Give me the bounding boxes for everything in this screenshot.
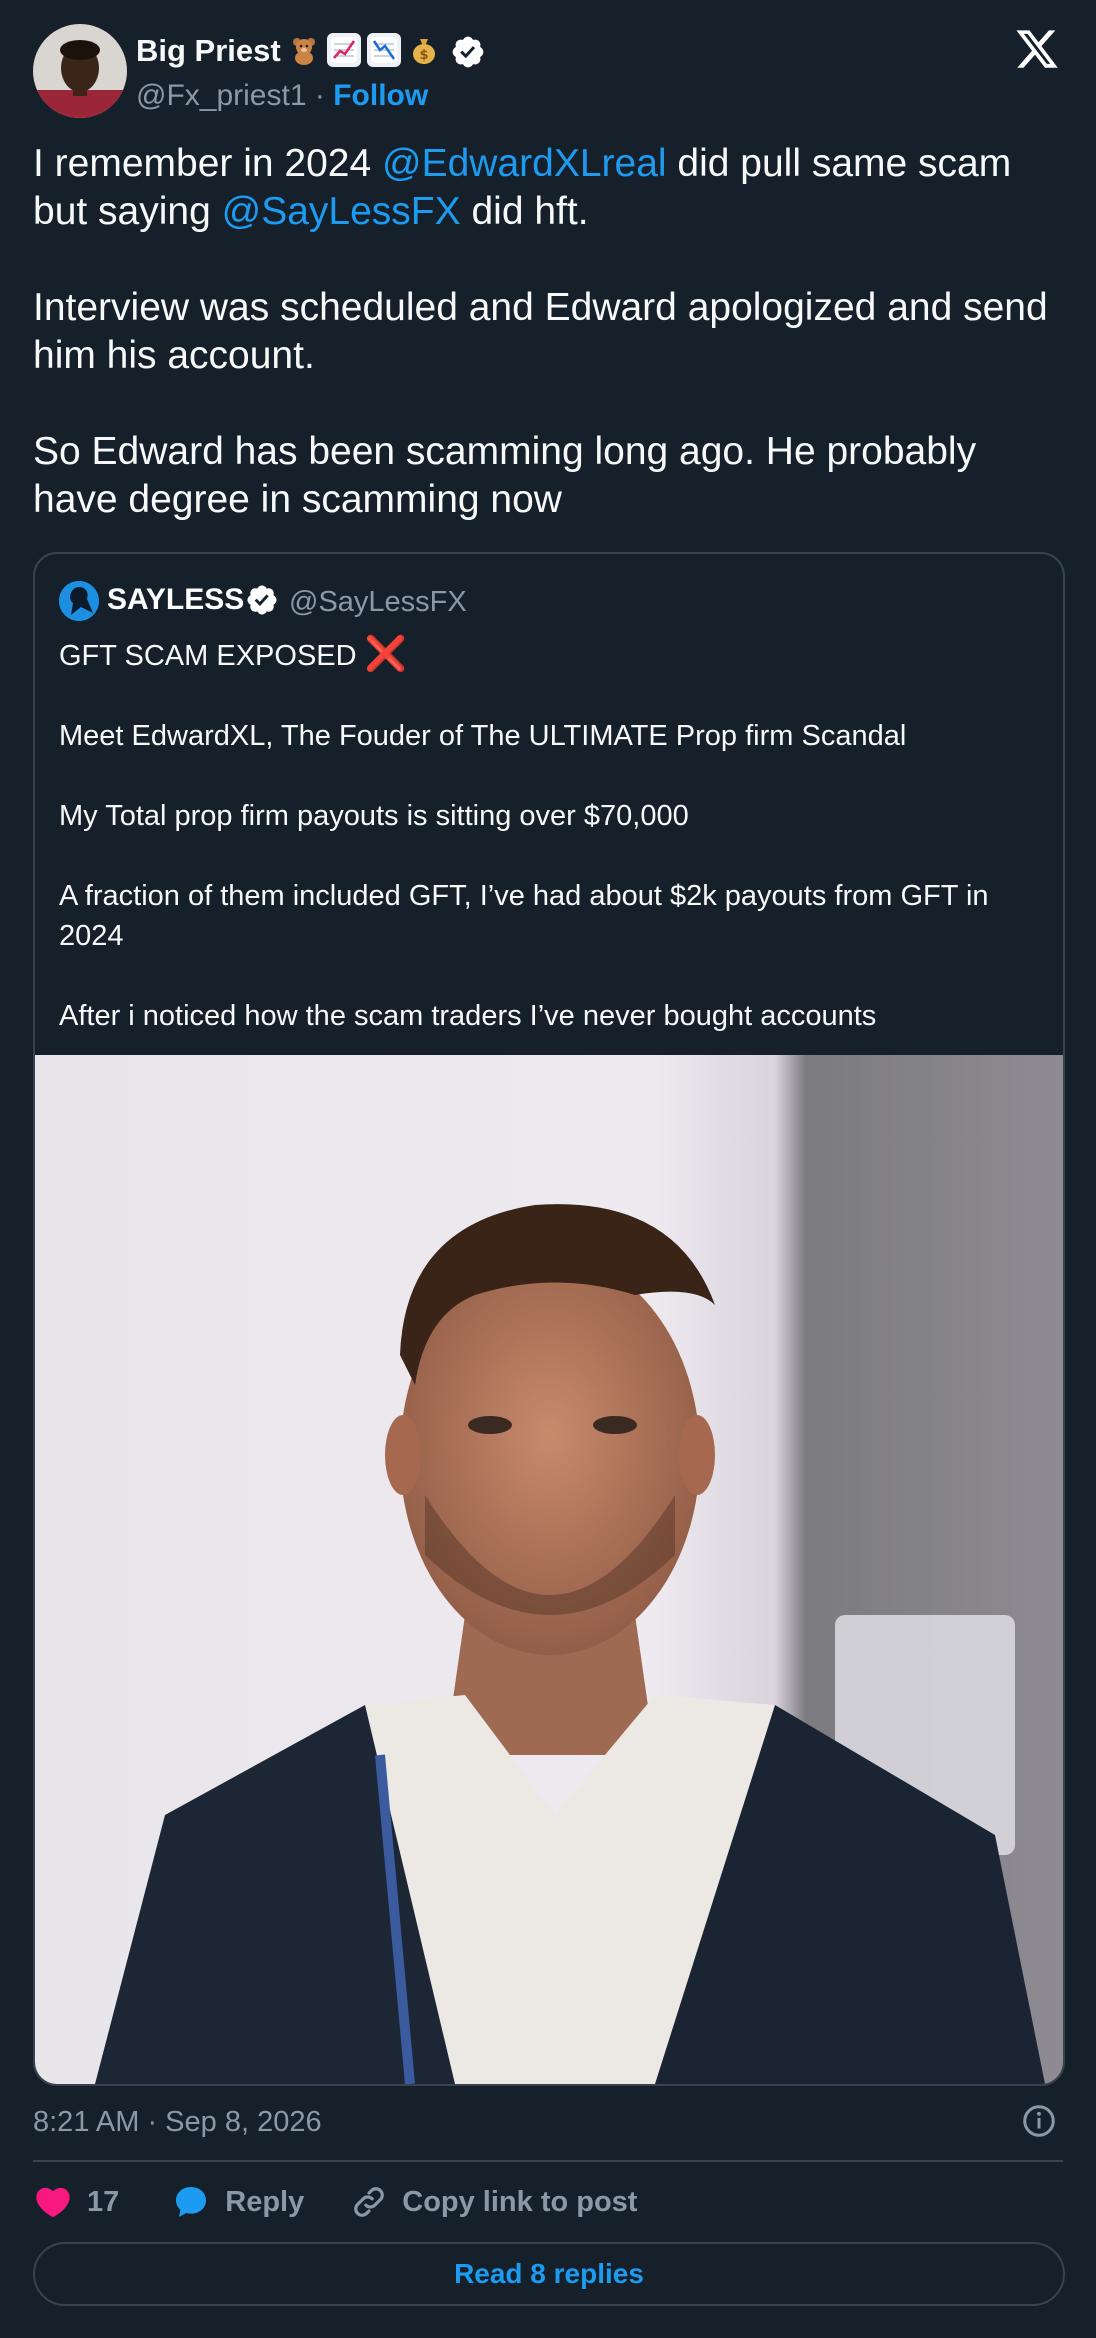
cross-mark-icon: ❌ <box>364 635 407 673</box>
author-avatar[interactable] <box>33 24 127 118</box>
tweet-actions: 17 Reply Copy link to post <box>33 2182 637 2222</box>
tweet-paragraph-2: Interview was scheduled and Edward apolo… <box>33 286 1048 377</box>
tweet-paragraph-1: I remember in 2024 @EdwardXLreal did pul… <box>33 140 1063 236</box>
divider <box>33 2160 1063 2162</box>
handle-separator: · <box>314 79 325 112</box>
heart-icon <box>36 2187 70 2218</box>
mention-link-edwardxlreal[interactable]: @EdwardXLreal <box>382 142 667 185</box>
author-handle-row: @Fx_priest1 · Follow <box>136 78 428 114</box>
info-icon[interactable] <box>1021 2103 1057 2139</box>
quoted-headline-text: GFT SCAM EXPOSED <box>59 640 357 672</box>
quoted-paragraph: Meet EdwardXL, The Fouder of The ULTIMAT… <box>59 720 907 752</box>
author-badges: $ <box>287 33 441 67</box>
tweet-text-segment: did hft. <box>460 190 589 233</box>
tweet-text: I remember in 2024 @EdwardXLreal did pul… <box>33 140 1063 524</box>
quoted-paragraph: After i noticed how the scam traders I’v… <box>59 1000 877 1032</box>
verified-badge-icon <box>452 36 484 68</box>
x-logo-icon[interactable] <box>1014 26 1060 72</box>
quoted-author-avatar <box>59 581 99 621</box>
quoted-author-name: SAYLESS <box>107 583 245 616</box>
copy-link-button[interactable]: Copy link to post <box>350 2183 637 2221</box>
reply-label: Reply <box>225 2185 305 2218</box>
reply-bubble-icon <box>176 2187 207 2217</box>
author-handle[interactable]: @Fx_priest1 <box>136 79 307 112</box>
quoted-tweet[interactable]: SAYLESS @SayLessFX GFT SCAM EXPOSED ❌ Me… <box>33 552 1065 2086</box>
author-display-name[interactable]: Big Priest <box>136 32 281 70</box>
quoted-verified-badge-icon <box>247 585 277 615</box>
quoted-paragraph: A fraction of them included GFT, I’ve ha… <box>59 880 989 952</box>
link-icon <box>354 2187 385 2217</box>
quoted-author-handle: @SayLessFX <box>289 586 467 618</box>
tweet-timestamp[interactable]: 8:21 AM · Sep 8, 2026 <box>33 2104 322 2140</box>
tweet-text-segment: I remember in 2024 <box>33 142 383 185</box>
like-button[interactable]: 17 <box>33 2182 119 2222</box>
read-replies-button[interactable]: Read 8 replies <box>33 2242 1065 2306</box>
tweet-paragraph-3: So Edward has been scamming long ago. He… <box>33 430 977 521</box>
svg-text:$: $ <box>419 48 428 63</box>
like-count: 17 <box>87 2185 120 2218</box>
copy-link-label: Copy link to post <box>402 2185 638 2218</box>
follow-button[interactable]: Follow <box>333 79 428 112</box>
mention-link-saylessfx[interactable]: @SayLessFX <box>222 190 461 233</box>
teddy-bear-icon <box>287 33 321 67</box>
tweet-card: Big Priest $ @Fx_priest1 · Follow I reme… <box>0 0 1096 2338</box>
chart-increasing-icon <box>327 33 361 67</box>
quoted-photo[interactable] <box>35 1055 1063 2084</box>
quoted-paragraph: My Total prop firm payouts is sitting ov… <box>59 800 689 832</box>
reply-button[interactable]: Reply <box>171 2182 304 2222</box>
quoted-headline: GFT SCAM EXPOSED ❌ <box>59 634 1049 676</box>
chart-decreasing-icon <box>367 33 401 67</box>
quoted-tweet-text: GFT SCAM EXPOSED ❌ Meet EdwardXL, The Fo… <box>59 634 1049 1036</box>
money-bag-icon: $ <box>407 33 441 67</box>
